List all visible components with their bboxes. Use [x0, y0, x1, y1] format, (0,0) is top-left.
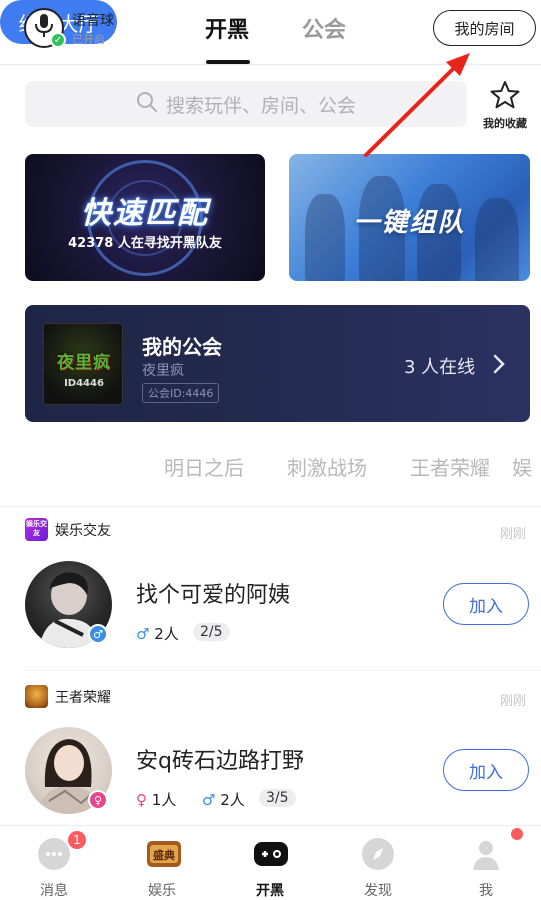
tab-kaihei[interactable]: 开黑 [205, 12, 249, 44]
guild-logo-id: ID4446 [64, 378, 104, 389]
notification-dot [511, 828, 523, 840]
team-up-banner[interactable]: 一键组队 [289, 154, 530, 281]
male-count: ♂ 2人 [202, 789, 245, 810]
male-count-text: 2人 [154, 625, 179, 643]
game-icon-text: 娱乐交友 [26, 520, 47, 537]
nav-kaihei[interactable]: 开黑 [216, 826, 324, 900]
room-game-name: 娱乐交友 [55, 523, 111, 539]
voice-ball-title: 语音球 [72, 13, 114, 29]
male-count-text: 2人 [220, 791, 245, 809]
tab-guild[interactable]: 公会 [302, 12, 346, 44]
room-time: 刚刚 [500, 694, 527, 709]
room-title: 找个可爱的阿姨 [136, 583, 291, 608]
guild-online-count: 3 人在线 [404, 357, 476, 378]
search-input[interactable]: 搜索玩伴、房间、公会 [25, 81, 467, 127]
nav-label: 发现 [364, 883, 392, 899]
entertainment-icon: 盛典 [145, 837, 181, 871]
nav-label: 消息 [40, 883, 68, 899]
room-title: 安q砖石边路打野 [136, 749, 304, 774]
entertainment-game-icon: 娱乐交友 [25, 518, 48, 541]
app-screen: ✓ 语音球 已开启 开黑 公会 我的房间 搜索玩伴、房间、公会 我的收藏 快速匹… [0, 0, 541, 900]
gamepad-icon [253, 837, 288, 871]
search-icon [136, 91, 166, 118]
nav-me[interactable]: 我 [432, 826, 540, 900]
guild-name: 夜里疯 [142, 363, 184, 379]
nav-messages[interactable]: 1 消息 [0, 826, 108, 900]
nav-label: 我 [479, 883, 493, 899]
category-tab-honor-of-kings[interactable]: 王者荣耀 [410, 452, 490, 481]
message-badge: 1 [66, 829, 88, 851]
quick-match-banner[interactable]: 快速匹配 42378 人在寻找开黑队友 [25, 154, 265, 281]
nav-entertainment[interactable]: 盛典 娱乐 [108, 826, 216, 900]
female-gender-icon: ♀ [88, 790, 108, 810]
female-count: ♀ 1人 [136, 789, 176, 810]
male-symbol-icon: ♂ [136, 625, 150, 643]
guild-logo-text: 夜里疯 [57, 353, 111, 373]
female-count-text: 1人 [151, 791, 177, 809]
room-game-name: 王者荣耀 [55, 690, 111, 706]
nav-label: 开黑 [256, 883, 284, 899]
top-header: ✓ 语音球 已开启 开黑 公会 我的房间 [0, 0, 541, 64]
room-divider [25, 670, 541, 671]
chevron-right-icon [493, 354, 505, 378]
female-symbol-icon: ♀ [136, 791, 147, 809]
favorites-button[interactable]: 我的收藏 [478, 80, 532, 131]
quick-match-subtitle: 42378 人在寻找开黑队友 [68, 236, 222, 251]
room-time: 刚刚 [500, 527, 527, 542]
join-button[interactable]: 加入 [443, 583, 529, 625]
header-divider [0, 64, 541, 65]
room-capacity: 3/5 [259, 789, 296, 807]
nav-label: 娱乐 [148, 883, 176, 899]
star-icon [489, 81, 521, 114]
male-symbol-icon: ♂ [202, 791, 216, 809]
category-tab-lifeafter[interactable]: 明日之后 [164, 452, 244, 481]
category-tab-pubg[interactable]: 刺激战场 [287, 452, 367, 481]
my-guild-card[interactable]: 夜里疯 ID4446 我的公会 夜里疯 公会ID:4446 3 人在线 [25, 305, 530, 422]
compass-icon [361, 837, 395, 871]
guild-title: 我的公会 [142, 335, 222, 359]
guild-logo: 夜里疯 ID4446 [43, 323, 123, 405]
category-tab-entertainment[interactable]: 娱 [512, 452, 541, 481]
check-icon: ✓ [50, 32, 66, 48]
nav-discover[interactable]: 发现 [324, 826, 432, 900]
team-up-title: 一键组队 [353, 208, 466, 238]
search-placeholder: 搜索玩伴、房间、公会 [165, 94, 356, 117]
person-icon [469, 837, 503, 871]
room-capacity: 2/5 [193, 623, 230, 641]
favorites-label: 我的收藏 [483, 117, 527, 130]
svg-text:盛典: 盛典 [153, 848, 175, 862]
honor-of-kings-game-icon [25, 685, 48, 708]
bottom-navigation: 1 消息 盛典 娱乐 开黑 发现 我 [0, 825, 541, 900]
male-gender-icon: ♂ [88, 624, 108, 644]
guild-id-badge: 公会ID:4446 [142, 383, 220, 403]
male-count: ♂ 2人 [136, 623, 179, 644]
my-room-button[interactable]: 我的房间 [433, 10, 536, 46]
category-divider [0, 506, 541, 507]
voice-ball-button[interactable]: ✓ [24, 8, 66, 48]
voice-ball-status: 已开启 [72, 33, 105, 46]
quick-match-title: 快速匹配 [81, 196, 209, 231]
join-button[interactable]: 加入 [443, 749, 529, 791]
